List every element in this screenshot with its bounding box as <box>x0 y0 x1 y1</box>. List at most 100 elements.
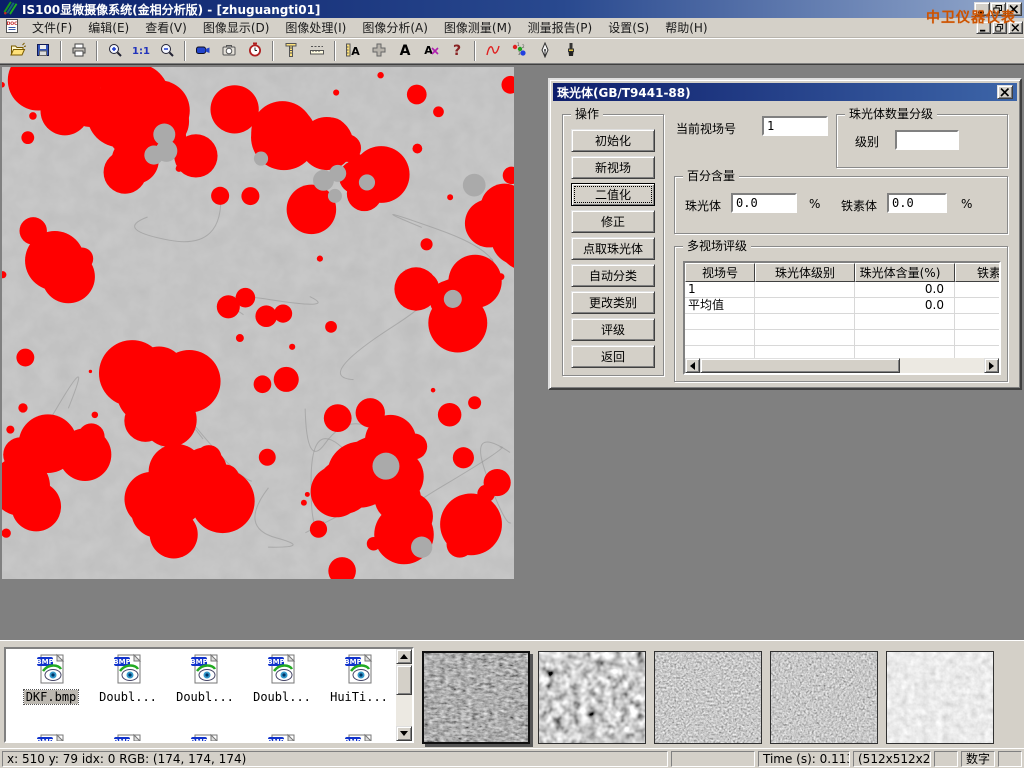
scroll-right-icon[interactable] <box>984 358 999 373</box>
grading-group: 珠光体数量分级 级别 <box>836 114 1008 168</box>
print-button[interactable] <box>66 40 92 62</box>
image-size-status: (512x512x24) <box>853 751 931 767</box>
file-item[interactable]: BMPDKF.bmp <box>14 653 88 704</box>
table-h-scrollbar[interactable] <box>685 358 999 373</box>
help-button[interactable]: ? <box>444 40 470 62</box>
file-item[interactable]: BMPDoubl... <box>91 653 165 704</box>
empty-status-pane <box>998 751 1022 767</box>
thumbnail-4[interactable] <box>770 651 878 744</box>
save-button[interactable] <box>30 40 56 62</box>
new-field-button[interactable]: 新视场 <box>571 156 655 179</box>
actual-size-button[interactable]: 1:1 <box>128 40 154 62</box>
menu-image-process[interactable]: 图像处理(I) <box>277 17 354 38</box>
table-row[interactable]: 平均值0.0 <box>685 298 999 314</box>
title-bar: IS100显微摄像系统(金相分析版) - [zhuguangti01] <box>0 0 1024 18</box>
svg-text:A: A <box>400 43 411 58</box>
file-list-scrollbar[interactable] <box>396 649 412 741</box>
window-title: IS100显微摄像系统(金相分析版) - [zhuguangti01] <box>22 1 320 18</box>
menu-image-analysis[interactable]: 图像分析(A) <box>354 17 436 38</box>
dialog-title-bar[interactable]: 珠光体(GB/T9441-88) <box>553 83 1017 101</box>
document-icon[interactable]: DOC <box>4 18 20 37</box>
table-cell: 0.0 <box>855 282 955 298</box>
thumbnail-5[interactable] <box>886 651 994 744</box>
text-icon: A <box>397 42 413 61</box>
menu-settings[interactable]: 设置(S) <box>600 17 657 38</box>
file-item[interactable]: BMPDoubl... <box>168 653 242 704</box>
thumbnail-3[interactable] <box>654 651 762 744</box>
table-row[interactable] <box>685 314 999 330</box>
svg-text:BMP: BMP <box>113 738 130 743</box>
timer-button[interactable] <box>242 40 268 62</box>
file-item[interactable]: BMPDoubl... <box>245 653 319 704</box>
table-cell: 0.0 <box>855 298 955 314</box>
percent-group-label: 百分含量 <box>683 169 739 183</box>
file-item[interactable]: BMP <box>14 733 88 743</box>
return-button[interactable]: 返回 <box>571 345 655 368</box>
pen-tool-button[interactable] <box>532 40 558 62</box>
caliper-measure-button[interactable] <box>278 40 304 62</box>
level-input[interactable] <box>895 130 959 150</box>
delete-text-button[interactable]: A <box>418 40 444 62</box>
correct-button[interactable]: 修正 <box>571 210 655 233</box>
auto-classify-button[interactable]: 自动分类 <box>571 264 655 287</box>
ruler-measure-button[interactable] <box>304 40 330 62</box>
table-cell <box>755 298 855 314</box>
table-row[interactable] <box>685 330 999 346</box>
vendor-watermark: 中卫仪器仪表 <box>926 7 1016 27</box>
menu-image-measure[interactable]: 图像测量(M) <box>436 17 520 38</box>
brush-icon <box>563 42 579 61</box>
file-name: Doubl... <box>251 690 313 704</box>
pearlite-percent-input[interactable]: 0.0 <box>731 193 797 213</box>
h-scroll-thumb[interactable] <box>700 358 900 373</box>
scroll-left-icon[interactable] <box>685 358 700 373</box>
actual-size-icon: 1:1 <box>132 42 150 61</box>
move-annotation-button[interactable] <box>366 40 392 62</box>
snapshot-button[interactable] <box>216 40 242 62</box>
count-points-icon: 123 <box>511 42 527 61</box>
ferrite-percent-input[interactable]: 0.0 <box>887 193 947 213</box>
grade-button[interactable]: 评级 <box>571 318 655 341</box>
current-field-input[interactable]: 1 <box>762 116 828 136</box>
binarize-button[interactable]: 二值化 <box>571 183 655 206</box>
menu-file[interactable]: 文件(F) <box>24 17 80 38</box>
add-text-button[interactable]: A <box>392 40 418 62</box>
file-list[interactable]: BMPDKF.bmpBMPDoubl...BMPDoubl...BMPDoubl… <box>4 647 414 743</box>
scroll-up-icon[interactable] <box>396 649 412 664</box>
header-field-no: 视场号 <box>685 263 755 282</box>
bmp-file-icon: BMP <box>112 674 144 688</box>
calibration-button[interactable]: A <box>340 40 366 62</box>
scroll-down-icon[interactable] <box>396 726 412 741</box>
open-button[interactable] <box>4 40 30 62</box>
table-header-row: 视场号 珠光体级别 珠光体含量(%) 铁素体 <box>685 263 999 282</box>
thumbnail-2[interactable] <box>538 651 646 744</box>
initialize-button[interactable]: 初始化 <box>571 129 655 152</box>
file-item[interactable]: BMP <box>168 733 242 743</box>
cursor-position-status: x: 510 y: 79 idx: 0 RGB: (174, 174, 174) <box>2 751 668 767</box>
table-row[interactable]: 10.0 <box>685 282 999 298</box>
pick-pearlite-button[interactable]: 点取珠光体 <box>571 237 655 260</box>
count-points-button[interactable]: 123 <box>506 40 532 62</box>
file-item[interactable]: BMPHuiTi... <box>322 653 396 704</box>
brush-tool-button[interactable] <box>558 40 584 62</box>
header-ferrite: 铁素体 <box>955 263 1001 282</box>
zoom-out-button[interactable] <box>154 40 180 62</box>
change-class-button[interactable]: 更改类别 <box>571 291 655 314</box>
micrograph-image[interactable] <box>2 67 514 579</box>
file-item[interactable]: BMP <box>91 733 165 743</box>
file-item[interactable]: BMP <box>322 733 396 743</box>
multi-field-table[interactable]: 视场号 珠光体级别 珠光体含量(%) 铁素体 10.0平均值0.0 <box>683 261 1001 375</box>
menu-image-display[interactable]: 图像显示(D) <box>195 17 278 38</box>
zoom-in-button[interactable] <box>102 40 128 62</box>
menu-measure-report[interactable]: 测量报告(P) <box>520 17 601 38</box>
menu-help[interactable]: 帮助(H) <box>657 17 715 38</box>
thumbnail-1[interactable] <box>422 651 530 744</box>
video-capture-button[interactable] <box>190 40 216 62</box>
curve-tool-button[interactable] <box>480 40 506 62</box>
table-cell <box>755 314 855 330</box>
v-scroll-thumb[interactable] <box>396 665 412 695</box>
dialog-close-button[interactable] <box>997 85 1013 99</box>
menu-edit[interactable]: 编辑(E) <box>80 17 137 38</box>
file-item[interactable]: BMP <box>245 733 319 743</box>
svg-text:2: 2 <box>522 44 525 49</box>
menu-view[interactable]: 查看(V) <box>137 17 195 38</box>
